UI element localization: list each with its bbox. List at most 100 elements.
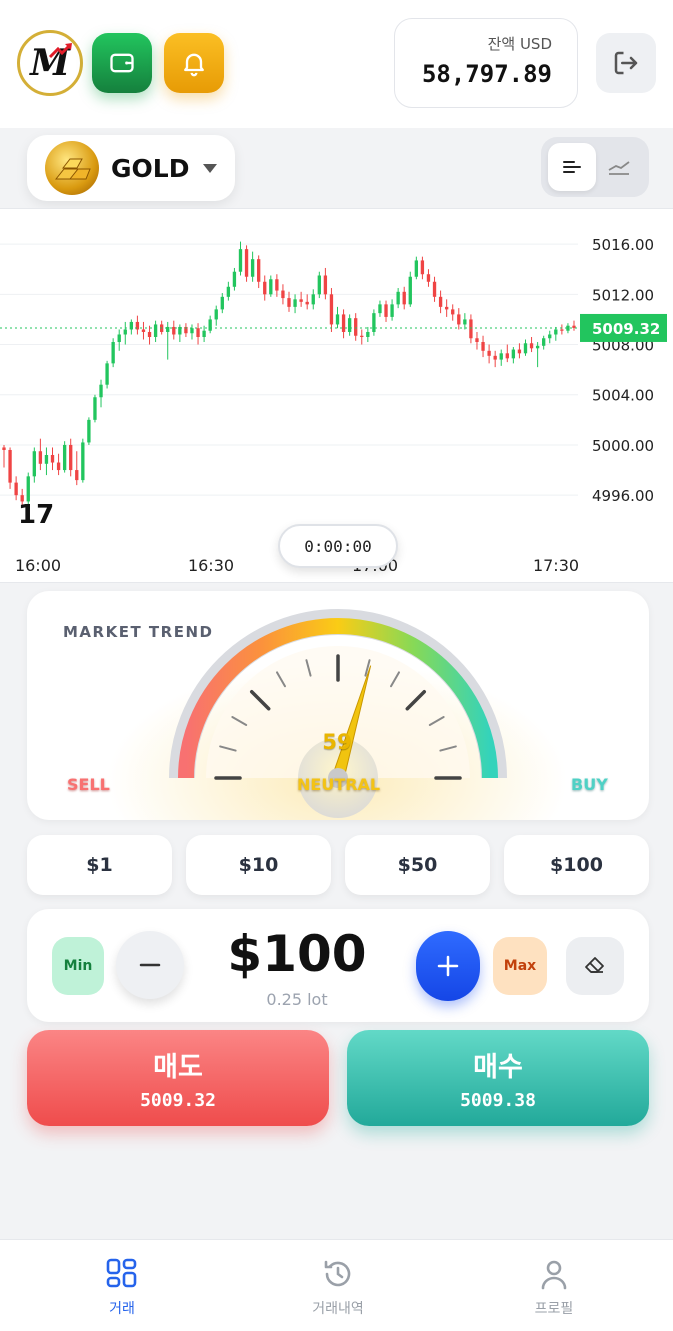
current-price-label: 5009.32 — [592, 320, 660, 338]
balance-label: 잔액 USD — [487, 35, 552, 53]
grid-icon — [106, 1258, 137, 1288]
candle-body — [99, 384, 103, 398]
candle-body — [75, 470, 79, 481]
candle-body — [414, 260, 419, 277]
eraser-icon — [585, 957, 604, 973]
candle-body — [38, 451, 43, 464]
market-trend-card: MARKET TREND 59 SELL NEUTRAL BUY — [27, 591, 649, 820]
nav-label-trade: 거래 — [109, 1301, 135, 1317]
candle-body — [481, 342, 485, 351]
candle-body — [220, 296, 224, 310]
line-view-button[interactable] — [595, 143, 643, 191]
candle-body — [293, 299, 297, 307]
candle-body — [323, 275, 328, 295]
candle-body — [378, 304, 382, 314]
candle-body — [517, 349, 522, 354]
amount-value: $100 — [227, 925, 367, 983]
candle-body — [281, 290, 285, 299]
balance-value: 58,797.89 — [421, 60, 552, 88]
x-tick-label: 17:30 — [533, 556, 579, 575]
candle-body — [335, 314, 340, 325]
candle-body — [190, 328, 194, 334]
quick-amount-100[interactable]: $100 — [504, 835, 649, 895]
candle-body — [62, 444, 67, 471]
buy-button[interactable]: 매수 5009.38 — [347, 1030, 649, 1126]
bottom-nav: 거래 거래내역 프로필 — [0, 1239, 673, 1331]
candle-body — [208, 319, 212, 331]
neutral-label: NEUTRAL — [297, 775, 381, 794]
candle-body — [390, 304, 394, 317]
candle-body — [202, 330, 206, 337]
candle-body — [147, 331, 152, 337]
notifications-button[interactable] — [164, 33, 224, 93]
nav-label-profile: 프로필 — [534, 1301, 574, 1317]
candle-body — [347, 318, 352, 332]
quick-amount-1[interactable]: $1 — [27, 835, 172, 895]
sell-button[interactable]: 매도 5009.32 — [27, 1030, 329, 1126]
gold-bars-graphic — [54, 158, 91, 180]
candle-body — [499, 353, 503, 360]
candle-body — [56, 462, 61, 471]
app-logo[interactable]: M — [17, 30, 83, 96]
candle-body — [153, 324, 158, 337]
candle-body — [111, 342, 115, 364]
y-tick-label: 5012.00 — [592, 286, 654, 304]
amount-card: Min $100 0.25 lot Max — [27, 909, 649, 1022]
candle-timer: 0:00:00 — [278, 524, 398, 568]
decrease-button[interactable] — [116, 931, 184, 999]
nav-item-profile[interactable]: 프로필 — [474, 1240, 634, 1331]
candle-body — [299, 299, 303, 302]
logout-icon — [614, 51, 638, 75]
candle-body — [457, 314, 461, 325]
candle-body — [384, 304, 388, 317]
bars-icon — [563, 161, 581, 173]
candle-body — [123, 329, 127, 335]
buy-price: 5009.38 — [460, 1090, 536, 1111]
min-button[interactable]: Min — [52, 937, 104, 995]
candle-body — [244, 249, 249, 277]
candle-body — [402, 291, 406, 305]
candle-body — [420, 260, 425, 275]
trend-arrow-icon — [48, 43, 72, 59]
gold-bars-icon — [45, 141, 99, 195]
candle-body — [311, 294, 315, 305]
plus-icon — [437, 955, 459, 977]
y-tick-label: 5000.00 — [592, 437, 654, 455]
chart-view-toggle — [541, 137, 649, 197]
candle-body — [511, 349, 516, 359]
candle-body — [426, 274, 431, 282]
symbol-selector[interactable]: GOLD — [27, 135, 235, 201]
increase-button[interactable] — [416, 931, 480, 1001]
candle-body — [226, 286, 231, 297]
candle-body — [26, 476, 30, 502]
nav-item-trade[interactable]: 거래 — [42, 1240, 202, 1331]
wallet-button[interactable] — [92, 33, 152, 93]
candle-body — [372, 313, 376, 332]
nav-item-history[interactable]: 거래내역 — [258, 1240, 418, 1331]
y-tick-label: 5004.00 — [592, 387, 654, 405]
candle-body — [438, 296, 443, 307]
candle-body — [560, 329, 564, 331]
candle-body — [451, 309, 455, 315]
candle-body — [523, 343, 528, 354]
candle-body — [529, 343, 534, 349]
clear-button[interactable] — [566, 937, 624, 995]
candle-body — [475, 338, 479, 343]
header: M 잔액 USD 58,797.89 — [0, 0, 673, 128]
candle-body — [444, 306, 449, 310]
logout-button[interactable] — [596, 33, 656, 93]
candle-body — [275, 279, 279, 291]
quick-amount-50[interactable]: $50 — [345, 835, 490, 895]
buy-label: BUY — [571, 775, 608, 794]
candle-body — [408, 276, 412, 305]
candles-view-button[interactable] — [548, 143, 596, 191]
sell-button-label: 매도 — [153, 1052, 203, 1083]
candle-body — [32, 451, 36, 477]
candle-body — [505, 353, 509, 359]
quick-amount-10[interactable]: $10 — [186, 835, 331, 895]
trend-value: 59 — [322, 730, 352, 754]
candle-body — [105, 363, 109, 385]
max-button[interactable]: Max — [493, 937, 547, 995]
price-chart[interactable]: 5016.00 5012.00 5008.00 5004.00 5000.00 4996.… — [0, 208, 673, 583]
candle-body — [535, 345, 540, 349]
